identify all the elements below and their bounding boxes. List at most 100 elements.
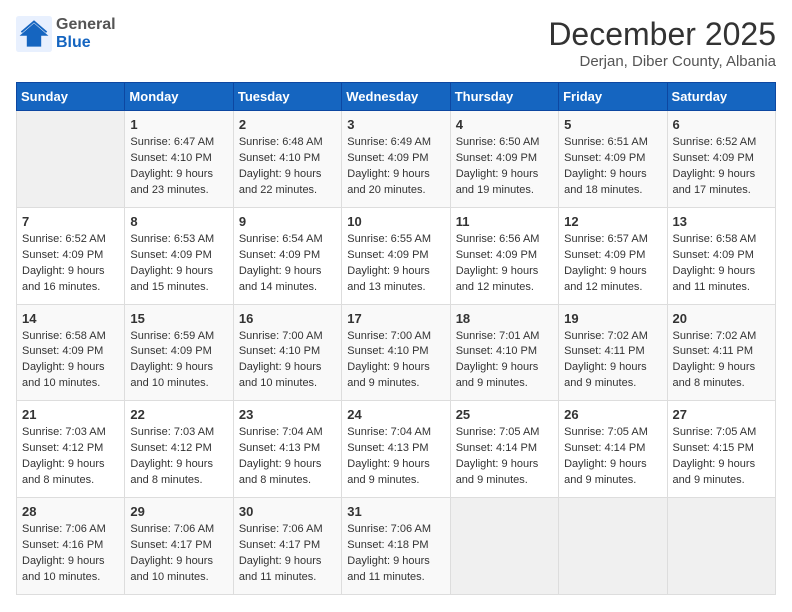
cell-content: Sunrise: 6:52 AMSunset: 4:09 PMDaylight:… xyxy=(673,135,770,199)
day-number: 24 xyxy=(347,407,444,422)
cell-content: Sunrise: 7:06 AMSunset: 4:16 PMDaylight:… xyxy=(22,522,119,586)
cell-content: Sunrise: 6:59 AMSunset: 4:09 PMDaylight:… xyxy=(130,329,227,393)
day-number: 2 xyxy=(239,117,336,132)
calendar-header: Sunday Monday Tuesday Wednesday Thursday… xyxy=(17,83,776,111)
calendar-cell: 24 Sunrise: 7:04 AMSunset: 4:13 PMDayligh… xyxy=(342,401,450,498)
calendar-cell: 4 Sunrise: 6:50 AMSunset: 4:09 PMDaylight… xyxy=(450,111,558,208)
header-wednesday: Wednesday xyxy=(342,83,450,111)
calendar-cell: 11Sunrise: 6:56 AMSunset: 4:09 PMDayligh… xyxy=(450,207,558,304)
day-number: 6 xyxy=(673,117,770,132)
calendar-week-3: 14 Sunrise: 6:58 AMSunset: 4:09 PMDayligh… xyxy=(17,304,776,401)
logo: General Blue xyxy=(16,16,116,52)
calendar-cell: 14 Sunrise: 6:58 AMSunset: 4:09 PMDayligh… xyxy=(17,304,125,401)
calendar-cell: 12Sunrise: 6:57 AMSunset: 4:09 PMDayligh… xyxy=(559,207,667,304)
title-block: December 2025 Derjan, Diber County, Alba… xyxy=(548,16,776,70)
cell-content: Sunrise: 7:03 AMSunset: 4:12 PMDaylight:… xyxy=(130,425,227,489)
cell-content: Sunrise: 6:58 AMSunset: 4:09 PMDaylight:… xyxy=(673,232,770,296)
month-title: December 2025 xyxy=(548,16,776,53)
header-tuesday: Tuesday xyxy=(233,83,341,111)
cell-content: Sunrise: 7:06 AMSunset: 4:18 PMDaylight:… xyxy=(347,522,444,586)
day-number: 26 xyxy=(564,407,661,422)
day-number: 7 xyxy=(22,214,119,229)
day-number: 1 xyxy=(130,117,227,132)
cell-content: Sunrise: 7:01 AMSunset: 4:10 PMDaylight:… xyxy=(456,329,553,393)
day-number: 25 xyxy=(456,407,553,422)
calendar-cell: 2 Sunrise: 6:48 AMSunset: 4:10 PMDaylight… xyxy=(233,111,341,208)
cell-content: Sunrise: 6:53 AMSunset: 4:09 PMDaylight:… xyxy=(130,232,227,296)
day-number: 10 xyxy=(347,214,444,229)
cell-content: Sunrise: 7:04 AMSunset: 4:13 PMDaylight:… xyxy=(239,425,336,489)
calendar-cell: 13 Sunrise: 6:58 AMSunset: 4:09 PMDayligh… xyxy=(667,207,775,304)
calendar-cell xyxy=(17,111,125,208)
calendar-cell: 1 Sunrise: 6:47 AMSunset: 4:10 PMDaylight… xyxy=(125,111,233,208)
calendar-cell: 15Sunrise: 6:59 AMSunset: 4:09 PMDayligh… xyxy=(125,304,233,401)
cell-content: Sunrise: 6:49 AMSunset: 4:09 PMDaylight:… xyxy=(347,135,444,199)
day-number: 19 xyxy=(564,311,661,326)
day-number: 29 xyxy=(130,504,227,519)
cell-content: Sunrise: 6:55 AMSunset: 4:09 PMDaylight:… xyxy=(347,232,444,296)
header-saturday: Saturday xyxy=(667,83,775,111)
page-header: General Blue December 2025 Derjan, Diber… xyxy=(16,16,776,70)
cell-content: Sunrise: 6:48 AMSunset: 4:10 PMDaylight:… xyxy=(239,135,336,199)
cell-content: Sunrise: 7:02 AMSunset: 4:11 PMDaylight:… xyxy=(673,329,770,393)
cell-content: Sunrise: 7:05 AMSunset: 4:14 PMDaylight:… xyxy=(456,425,553,489)
cell-content: Sunrise: 7:05 AMSunset: 4:15 PMDaylight:… xyxy=(673,425,770,489)
calendar-cell: 21Sunrise: 7:03 AMSunset: 4:12 PMDayligh… xyxy=(17,401,125,498)
day-number: 16 xyxy=(239,311,336,326)
cell-content: Sunrise: 6:50 AMSunset: 4:09 PMDaylight:… xyxy=(456,135,553,199)
day-number: 20 xyxy=(673,311,770,326)
calendar-week-4: 21 Sunrise: 7:03 AMSunset: 4:12 PMDayligh… xyxy=(17,401,776,498)
calendar-cell: 20 Sunrise: 7:02 AMSunset: 4:11 PMDayligh… xyxy=(667,304,775,401)
day-number: 8 xyxy=(130,214,227,229)
cell-content: Sunrise: 7:06 AMSunset: 4:17 PMDaylight:… xyxy=(130,522,227,586)
calendar-cell: 26Sunrise: 7:05 AMSunset: 4:14 PMDayligh… xyxy=(559,401,667,498)
logo-general: General xyxy=(56,16,116,34)
calendar-cell: 30 Sunrise: 7:06 AMSunset: 4:17 PMDayligh… xyxy=(233,498,341,595)
cell-content: Sunrise: 6:58 AMSunset: 4:09 PMDaylight:… xyxy=(22,329,119,393)
header-friday: Friday xyxy=(559,83,667,111)
day-number: 31 xyxy=(347,504,444,519)
logo-icon xyxy=(16,16,52,52)
calendar-cell xyxy=(667,498,775,595)
day-number: 14 xyxy=(22,311,119,326)
day-number: 21 xyxy=(22,407,119,422)
calendar-cell: 22Sunrise: 7:03 AMSunset: 4:12 PMDayligh… xyxy=(125,401,233,498)
calendar-cell: 7 Sunrise: 6:52 AMSunset: 4:09 PMDaylight… xyxy=(17,207,125,304)
cell-content: Sunrise: 7:04 AMSunset: 4:13 PMDaylight:… xyxy=(347,425,444,489)
location-title: Derjan, Diber County, Albania xyxy=(548,53,776,70)
calendar-cell: 5 Sunrise: 6:51 AMSunset: 4:09 PMDaylight… xyxy=(559,111,667,208)
cell-content: Sunrise: 6:51 AMSunset: 4:09 PMDaylight:… xyxy=(564,135,661,199)
day-number: 5 xyxy=(564,117,661,132)
cell-content: Sunrise: 7:00 AMSunset: 4:10 PMDaylight:… xyxy=(347,329,444,393)
cell-content: Sunrise: 6:57 AMSunset: 4:09 PMDaylight:… xyxy=(564,232,661,296)
header-sunday: Sunday xyxy=(17,83,125,111)
day-number: 11 xyxy=(456,214,553,229)
day-number: 28 xyxy=(22,504,119,519)
calendar-cell: 18 Sunrise: 7:01 AMSunset: 4:10 PMDayligh… xyxy=(450,304,558,401)
calendar-table: Sunday Monday Tuesday Wednesday Thursday… xyxy=(16,82,776,595)
calendar-cell: 19 Sunrise: 7:02 AMSunset: 4:11 PMDayligh… xyxy=(559,304,667,401)
calendar-cell: 27Sunrise: 7:05 AMSunset: 4:15 PMDayligh… xyxy=(667,401,775,498)
logo-text: General Blue xyxy=(56,16,116,52)
calendar-week-2: 7 Sunrise: 6:52 AMSunset: 4:09 PMDaylight… xyxy=(17,207,776,304)
header-thursday: Thursday xyxy=(450,83,558,111)
day-number: 23 xyxy=(239,407,336,422)
calendar-cell: 17 Sunrise: 7:00 AMSunset: 4:10 PMDayligh… xyxy=(342,304,450,401)
day-number: 13 xyxy=(673,214,770,229)
calendar-week-5: 28 Sunrise: 7:06 AMSunset: 4:16 PMDayligh… xyxy=(17,498,776,595)
logo-blue: Blue xyxy=(56,34,116,52)
day-number: 17 xyxy=(347,311,444,326)
cell-content: Sunrise: 6:52 AMSunset: 4:09 PMDaylight:… xyxy=(22,232,119,296)
cell-content: Sunrise: 7:02 AMSunset: 4:11 PMDaylight:… xyxy=(564,329,661,393)
header-monday: Monday xyxy=(125,83,233,111)
calendar-week-1: 1 Sunrise: 6:47 AMSunset: 4:10 PMDaylight… xyxy=(17,111,776,208)
cell-content: Sunrise: 6:54 AMSunset: 4:09 PMDaylight:… xyxy=(239,232,336,296)
cell-content: Sunrise: 6:47 AMSunset: 4:10 PMDaylight:… xyxy=(130,135,227,199)
cell-content: Sunrise: 7:06 AMSunset: 4:17 PMDaylight:… xyxy=(239,522,336,586)
cell-content: Sunrise: 7:00 AMSunset: 4:10 PMDaylight:… xyxy=(239,329,336,393)
calendar-cell: 16 Sunrise: 7:00 AMSunset: 4:10 PMDayligh… xyxy=(233,304,341,401)
day-number: 30 xyxy=(239,504,336,519)
day-number: 18 xyxy=(456,311,553,326)
calendar-cell: 10 Sunrise: 6:55 AMSunset: 4:09 PMDayligh… xyxy=(342,207,450,304)
day-number: 4 xyxy=(456,117,553,132)
